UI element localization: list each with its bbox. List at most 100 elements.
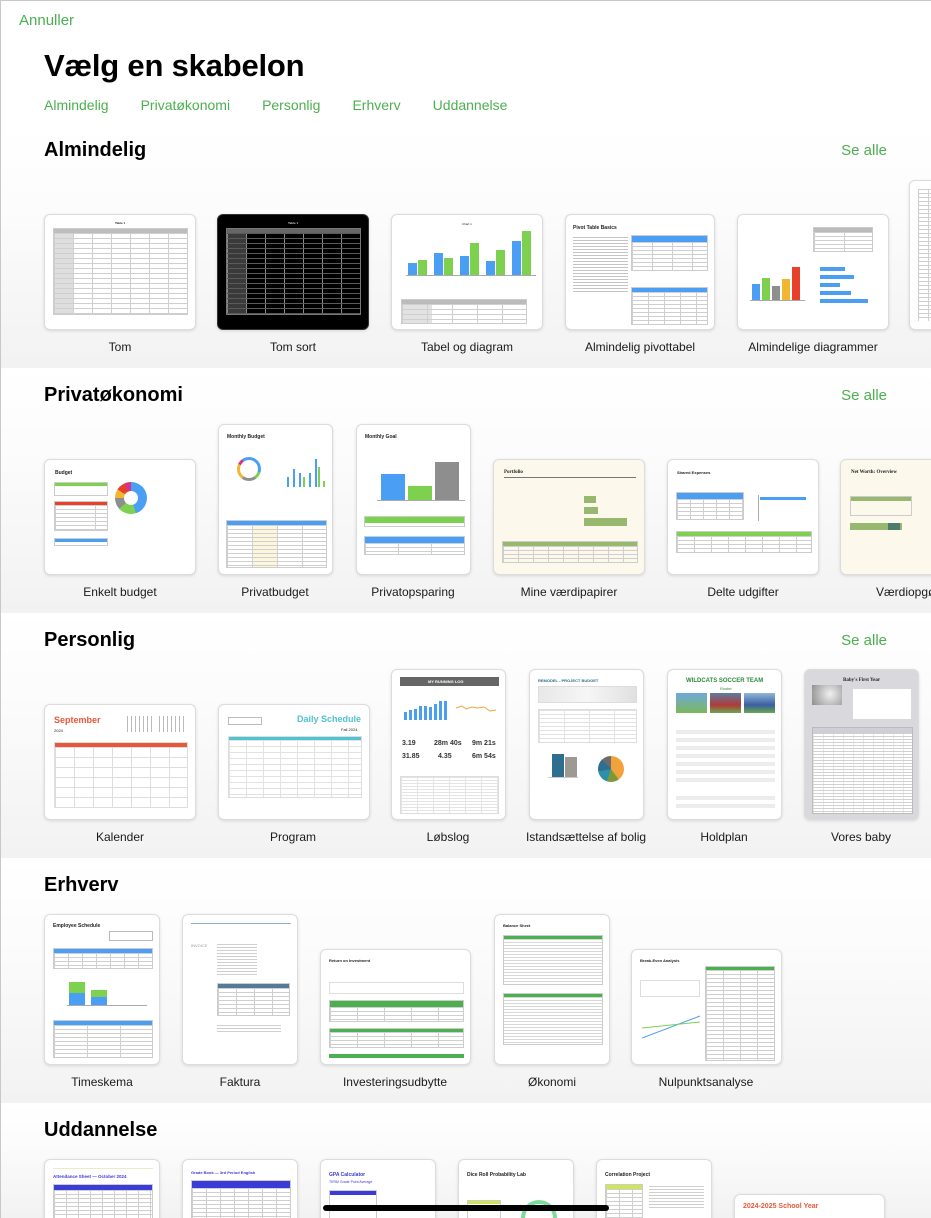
preview-title: INVOICE: [191, 943, 208, 948]
template-school-year[interactable]: 2024-2025 School Year: [734, 1194, 885, 1218]
preview-title: Daily Schedule: [297, 714, 362, 724]
nav-erhverv[interactable]: Erhverv: [352, 97, 400, 113]
mini-calendar: [127, 716, 155, 732]
see-all-button[interactable]: Se alle: [841, 632, 887, 649]
bar-chart-preview: [758, 495, 813, 521]
template-label: Kalender: [95, 830, 145, 844]
column-chart-preview: [548, 752, 578, 778]
see-all-button[interactable]: Se alle: [841, 142, 887, 159]
template-label: Privatopsparing: [371, 585, 455, 599]
template-partial-next[interactable]: [909, 180, 931, 330]
preview-title: Table 1: [115, 221, 126, 225]
template-program[interactable]: Daily Schedule Fall 2024: [218, 704, 370, 820]
data-table-preview: [631, 287, 708, 325]
template-almindelige-diagrammer[interactable]: [737, 214, 889, 330]
table-preview: [54, 501, 108, 531]
notes-text: [217, 1023, 281, 1033]
template-label: Almindelige diagrammer: [748, 340, 878, 354]
table-preview: [53, 1020, 153, 1058]
template-lobslog[interactable]: MY RUNNING LOG 3.19 28m 40s 9m 21s 31.85…: [391, 669, 506, 820]
template-label: Holdplan: [700, 830, 748, 844]
section-title: Personlig: [44, 629, 136, 651]
baby-photo: [812, 685, 842, 705]
line-chart-preview: [642, 1015, 701, 1039]
preview-title: Pivot Table Basics: [573, 225, 617, 231]
stat-value: 28m 40s: [434, 740, 462, 747]
template-istandsaettelse[interactable]: REMODEL - PROJECT BUDGET: [529, 669, 644, 820]
preview-title: REMODEL - PROJECT BUDGET: [538, 678, 599, 683]
template-holdplan[interactable]: WILDCATS SOCCER TEAM Roster: [667, 669, 782, 820]
text-preview: [573, 235, 628, 293]
section-title: Uddannelse: [44, 1119, 158, 1141]
stats-grid: 3.19 28m 40s 9m 21s 31.85 4.35 6m 54s: [398, 740, 502, 772]
see-all-button[interactable]: Se alle: [841, 387, 887, 404]
template-tom[interactable]: Table 1: [44, 214, 196, 330]
stat-value: 6m 54s: [472, 753, 496, 760]
template-tom-sort[interactable]: Table 1: [217, 214, 369, 330]
table-preview: [54, 538, 108, 546]
template-attendance[interactable]: Attendance Sheet — October 2024: [44, 1159, 160, 1218]
table-preview: [54, 482, 108, 496]
template-faktura[interactable]: INVOICE: [182, 914, 298, 1065]
template-label: Løbslog: [426, 830, 470, 844]
template-vaerdiopgorelse[interactable]: Net Worth: Overview: [840, 459, 931, 575]
home-indicator[interactable]: [323, 1205, 609, 1211]
stat-value: 3.19: [402, 740, 416, 747]
sketch-image: [538, 686, 637, 703]
preview-title: GPA Calculator: [329, 1172, 366, 1178]
template-label: Økonomi: [527, 1075, 577, 1089]
address-text: [217, 942, 257, 976]
team-photo: [744, 693, 775, 713]
nav-privatokonomi[interactable]: Privatøkonomi: [141, 97, 230, 113]
nav-uddannelse[interactable]: Uddannelse: [433, 97, 508, 113]
nav-personlig[interactable]: Personlig: [262, 97, 320, 113]
preview-title: September: [54, 715, 101, 725]
summary-table: [329, 982, 464, 994]
preview-title: Grade Book — 3rd Period English: [191, 1170, 256, 1175]
stat-value: 4.35: [438, 753, 452, 760]
template-grade-book[interactable]: Grade Book — 3rd Period English: [182, 1159, 298, 1218]
template-nulpunktsanalyse[interactable]: Break-Even Analysis: [631, 949, 782, 1065]
template-correlation[interactable]: Correlation Project: [596, 1159, 712, 1218]
preview-title: Balance Sheet: [503, 923, 531, 928]
template-vores-baby[interactable]: Baby's First Year: [804, 669, 919, 820]
template-privatopsparing[interactable]: Monthly Goal: [356, 424, 471, 575]
nav-almindelig[interactable]: Almindelig: [44, 97, 109, 113]
log-table: [812, 727, 913, 814]
template-tabel-og-diagram[interactable]: Chart 1: [391, 214, 543, 330]
preview-title: Chart 1: [462, 222, 472, 226]
template-enkelt-budget[interactable]: Budget: [44, 459, 196, 575]
table-preview: [605, 1184, 643, 1218]
preview-title: Monthly Goal: [365, 434, 397, 440]
template-label: Tom sort: [269, 340, 317, 354]
cashflow-table: [329, 1000, 464, 1022]
preview-title: Break-Even Analysis: [640, 958, 680, 963]
table-preview: [53, 1184, 153, 1218]
pivot-table-preview: [631, 235, 708, 271]
bar-chart-preview: [406, 229, 536, 276]
growth-chart: [853, 689, 911, 719]
table-preview: [502, 541, 638, 563]
net-table: [329, 1054, 464, 1058]
template-investeringsudbytte[interactable]: Return on Investment: [320, 949, 471, 1065]
template-kalender[interactable]: September 2024: [44, 704, 196, 820]
template-label: Nulpunktsanalyse: [658, 1075, 754, 1089]
table-preview: [850, 496, 912, 516]
template-privatbudget[interactable]: Monthly Budget: [218, 424, 333, 575]
template-almindelig-pivottabel[interactable]: Pivot Table Basics: [565, 214, 715, 330]
table-preview: [813, 227, 873, 252]
section-title: Erhverv: [44, 874, 119, 896]
table-preview: [53, 948, 153, 969]
roster-table: [676, 726, 775, 784]
line-items-table: [217, 983, 290, 1016]
bar-preview: [850, 523, 902, 530]
template-mine-vaerdipapirer[interactable]: Portfolio: [493, 459, 645, 575]
template-okonomi[interactable]: Balance Sheet: [494, 914, 610, 1065]
preview-subtitle: Fall 2024: [341, 727, 358, 732]
preview-title: Employee Schedule: [53, 923, 101, 929]
preview-title: WILDCATS SOCCER TEAM: [686, 678, 764, 684]
cancel-button[interactable]: Annuller: [19, 12, 74, 29]
bar-chart-preview: [584, 494, 634, 534]
template-timeskema[interactable]: Employee Schedule: [44, 914, 160, 1065]
template-delte-udgifter[interactable]: Shared Expenses: [667, 459, 819, 575]
